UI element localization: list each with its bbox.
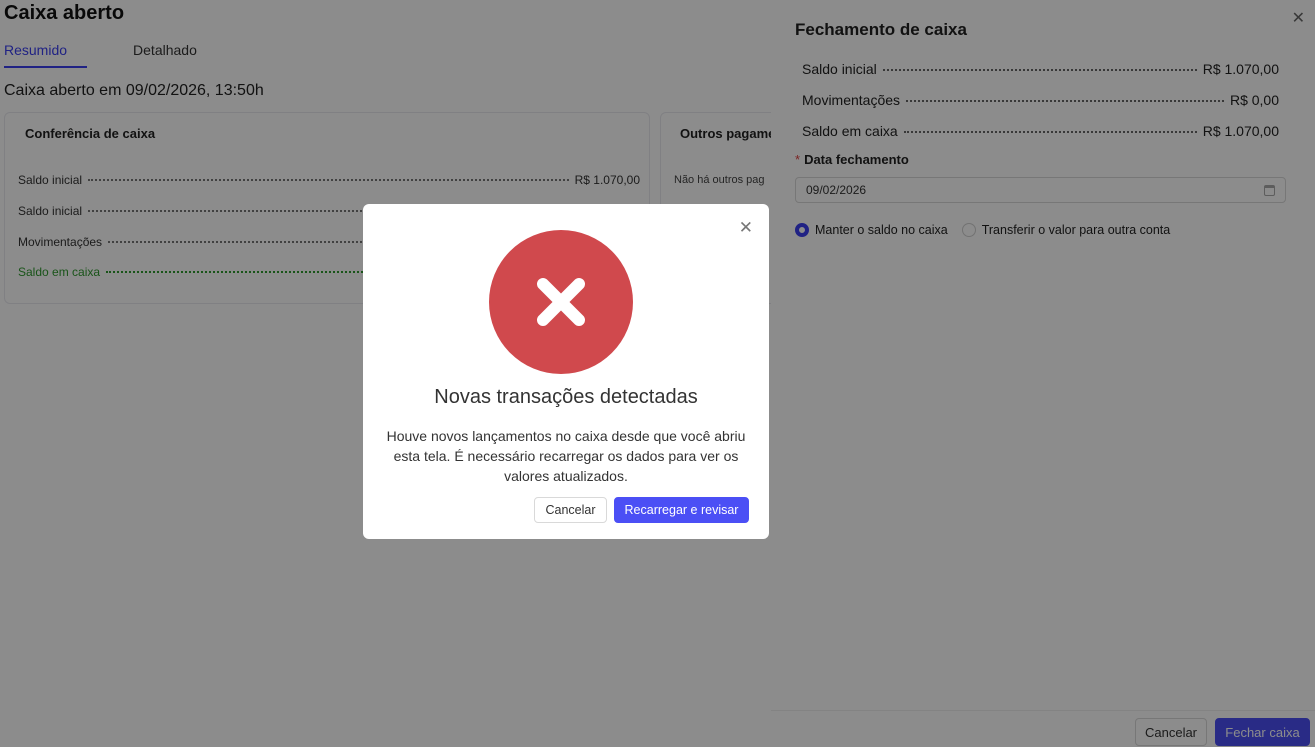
reload-review-button[interactable]: Recarregar e revisar [614,497,749,523]
new-transactions-modal: ✕ Novas transações detectadas Houve novo… [363,204,769,539]
drawer-dim-overlay [771,0,1315,747]
modal-title: Novas transações detectadas [434,386,698,408]
modal-cancel-button[interactable]: Cancelar [534,497,607,523]
modal-message: Houve novos lançamentos no caixa desde q… [386,428,746,484]
error-x-icon [489,230,633,374]
close-icon[interactable]: ✕ [739,218,753,238]
